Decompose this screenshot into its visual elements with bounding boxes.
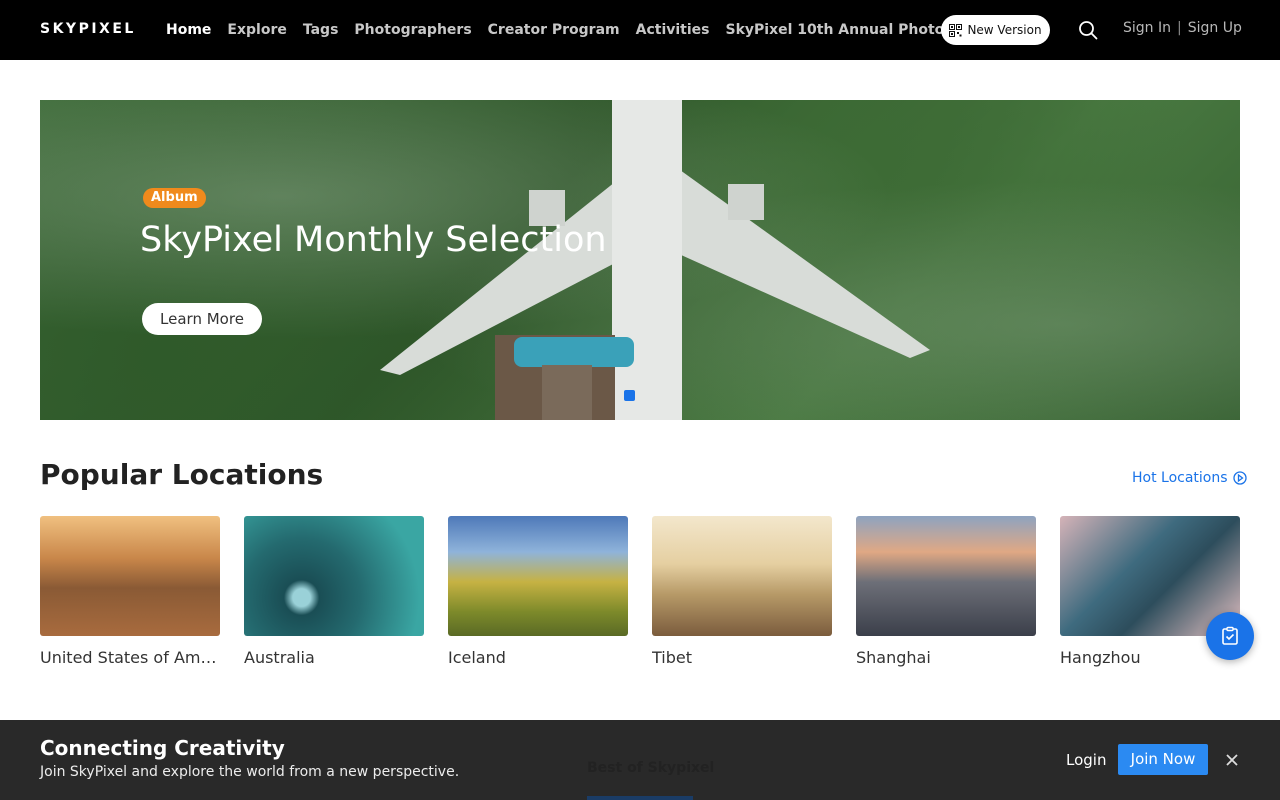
nav-photographers[interactable]: Photographers bbox=[354, 22, 471, 38]
floating-action-button[interactable] bbox=[1206, 612, 1254, 660]
tab-underline bbox=[587, 796, 693, 800]
nav-annual-contest[interactable]: SkyPixel 10th Annual Photo & Video Conte… bbox=[726, 22, 943, 38]
hot-locations-label: Hot Locations bbox=[1132, 470, 1228, 486]
location-card[interactable]: Tibet bbox=[652, 516, 832, 667]
nav-explore[interactable]: Explore bbox=[227, 22, 286, 38]
location-name[interactable]: United States of America bbox=[40, 648, 220, 667]
signup-banner: Connecting Creativity Join SkyPixel and … bbox=[0, 720, 1280, 800]
nav-home[interactable]: Home bbox=[166, 22, 211, 38]
main-nav: Home Explore Tags Photographers Creator … bbox=[166, 0, 942, 60]
hot-locations-link[interactable]: Hot Locations bbox=[1132, 470, 1247, 486]
circle-arrow-right-icon bbox=[1232, 471, 1247, 485]
top-navigation-bar: SKYPIXEL Home Explore Tags Photographers… bbox=[0, 0, 1280, 60]
auth-separator: | bbox=[1177, 20, 1182, 36]
album-badge: Album bbox=[143, 188, 206, 208]
skypixel-logo[interactable]: SKYPIXEL bbox=[40, 21, 136, 37]
location-card[interactable]: United States of America bbox=[40, 516, 220, 667]
nav-tags[interactable]: Tags bbox=[303, 22, 339, 38]
location-thumbnail[interactable] bbox=[448, 516, 628, 636]
sign-in-link[interactable]: Sign In bbox=[1123, 20, 1171, 36]
location-thumbnail[interactable] bbox=[40, 516, 220, 636]
location-thumbnail[interactable] bbox=[856, 516, 1036, 636]
auth-links: Sign In | Sign Up bbox=[1123, 20, 1242, 36]
hero-banner[interactable]: Album SkyPixel Monthly Selection Learn M… bbox=[40, 100, 1240, 420]
location-thumbnail[interactable] bbox=[244, 516, 424, 636]
tab-best-of-skypixel[interactable]: Best of Skypixel bbox=[587, 760, 714, 776]
sign-up-link[interactable]: Sign Up bbox=[1188, 20, 1242, 36]
new-version-button[interactable]: New Version bbox=[941, 15, 1050, 45]
join-now-button[interactable]: Join Now bbox=[1118, 744, 1208, 775]
location-card[interactable]: Shanghai bbox=[856, 516, 1036, 667]
new-version-label: New Version bbox=[967, 23, 1042, 37]
location-name[interactable]: Shanghai bbox=[856, 648, 1036, 667]
carousel-indicator[interactable] bbox=[624, 390, 635, 401]
banner-title: SkyPixel Monthly Selection bbox=[140, 220, 607, 260]
nav-creator-program[interactable]: Creator Program bbox=[488, 22, 620, 38]
location-thumbnail[interactable] bbox=[652, 516, 832, 636]
search-icon[interactable] bbox=[1078, 20, 1098, 40]
nav-activities[interactable]: Activities bbox=[636, 22, 710, 38]
airplane-image bbox=[380, 100, 930, 420]
close-icon[interactable] bbox=[1224, 752, 1240, 768]
locations-list: United States of America Australia Icela… bbox=[40, 516, 1240, 667]
signup-banner-subtitle: Join SkyPixel and explore the world from… bbox=[40, 764, 460, 780]
location-name[interactable]: Iceland bbox=[448, 648, 628, 667]
qr-code-icon bbox=[949, 23, 963, 37]
signup-banner-title: Connecting Creativity bbox=[40, 736, 285, 760]
section-title: Popular Locations bbox=[40, 458, 324, 491]
location-card[interactable]: Australia bbox=[244, 516, 424, 667]
learn-more-button[interactable]: Learn More bbox=[142, 303, 262, 335]
clipboard-icon bbox=[1222, 626, 1238, 645]
location-name[interactable]: Australia bbox=[244, 648, 424, 667]
location-name[interactable]: Tibet bbox=[652, 648, 832, 667]
location-card[interactable]: Iceland bbox=[448, 516, 628, 667]
login-button[interactable]: Login bbox=[1066, 751, 1106, 769]
